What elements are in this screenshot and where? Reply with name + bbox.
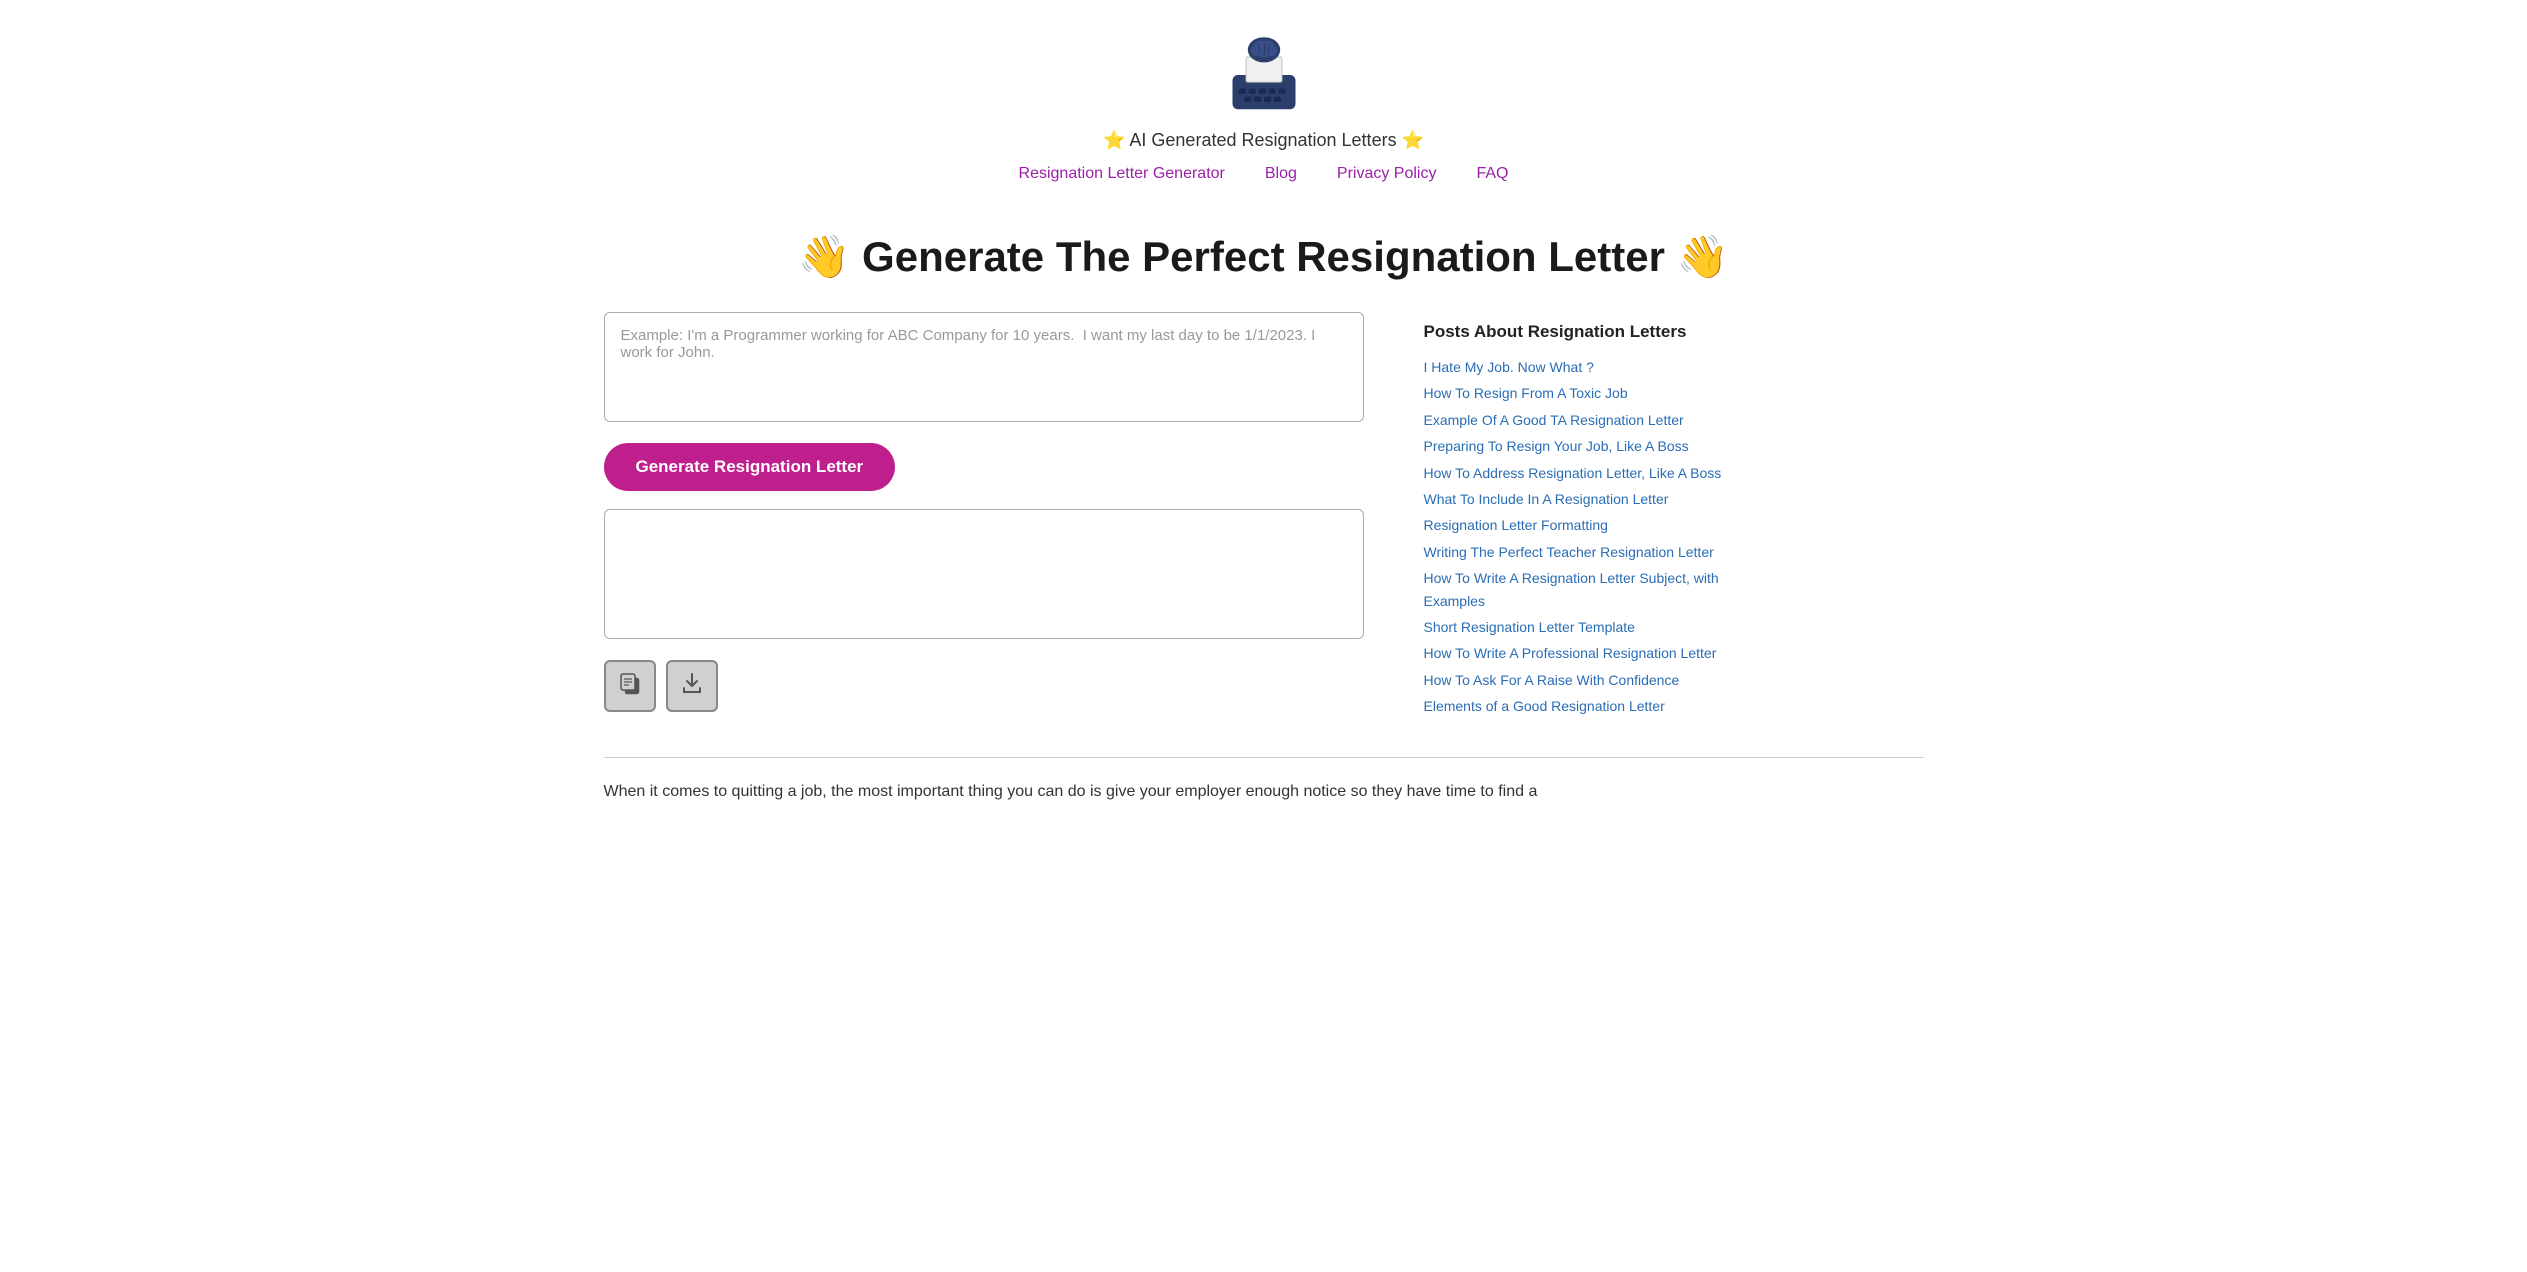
page-title: 👋 Generate The Perfect Resignation Lette… — [604, 233, 1924, 282]
list-item: Preparing To Resign Your Job, Like A Bos… — [1424, 435, 1744, 457]
star-right-icon: ⭐ — [1402, 130, 1424, 150]
star-left-icon: ⭐ — [1103, 130, 1125, 150]
sidebar-link-7[interactable]: Resignation Letter Formatting — [1424, 517, 1608, 533]
download-icon — [679, 670, 705, 702]
sidebar-link-13[interactable]: Elements of a Good Resignation Letter — [1424, 698, 1665, 714]
divider — [604, 757, 1924, 758]
nav-resignation-letter-generator[interactable]: Resignation Letter Generator — [1019, 165, 1225, 183]
sidebar-link-6[interactable]: What To Include In A Resignation Letter — [1424, 491, 1669, 507]
sidebar: Posts About Resignation Letters I Hate M… — [1424, 312, 1744, 717]
list-item: Elements of a Good Resignation Letter — [1424, 695, 1744, 717]
sidebar-title: Posts About Resignation Letters — [1424, 322, 1744, 342]
list-item: How To Address Resignation Letter, Like … — [1424, 462, 1744, 484]
nav-faq[interactable]: FAQ — [1476, 165, 1508, 183]
list-item: Resignation Letter Formatting — [1424, 514, 1744, 536]
copy-icon — [617, 670, 643, 702]
list-item: How To Write A Resignation Letter Subjec… — [1424, 567, 1744, 612]
nav-privacy-policy[interactable]: Privacy Policy — [1337, 165, 1437, 183]
sidebar-link-4[interactable]: Preparing To Resign Your Job, Like A Bos… — [1424, 438, 1689, 454]
nav-blog[interactable]: Blog — [1265, 165, 1297, 183]
action-buttons — [604, 660, 1364, 712]
list-item: How To Ask For A Raise With Confidence — [1424, 669, 1744, 691]
main-layout: Generate Resignation Letter — [604, 312, 1924, 717]
generate-button[interactable]: Generate Resignation Letter — [604, 443, 896, 491]
sidebar-link-8[interactable]: Writing The Perfect Teacher Resignation … — [1424, 544, 1714, 560]
prompt-input[interactable] — [604, 312, 1364, 422]
site-title-text: AI Generated Resignation Letters — [1129, 130, 1396, 150]
site-title: ⭐ AI Generated Resignation Letters ⭐ — [1103, 130, 1424, 151]
header: ⭐ AI Generated Resignation Letters ⭐ Res… — [604, 0, 1924, 203]
output-textarea[interactable] — [604, 509, 1364, 639]
main-nav: Resignation Letter Generator Blog Privac… — [1019, 165, 1509, 183]
download-button[interactable] — [666, 660, 718, 712]
sidebar-link-3[interactable]: Example Of A Good TA Resignation Letter — [1424, 412, 1684, 428]
sidebar-link-1[interactable]: I Hate My Job. Now What ? — [1424, 359, 1594, 375]
list-item: How To Resign From A Toxic Job — [1424, 382, 1744, 404]
sidebar-link-12[interactable]: How To Ask For A Raise With Confidence — [1424, 672, 1680, 688]
sidebar-link-9[interactable]: How To Write A Resignation Letter Subjec… — [1424, 570, 1719, 608]
list-item: How To Write A Professional Resignation … — [1424, 642, 1744, 664]
logo-icon — [1219, 30, 1309, 120]
list-item: Short Resignation Letter Template — [1424, 616, 1744, 638]
list-item: I Hate My Job. Now What ? — [1424, 356, 1744, 378]
sidebar-link-11[interactable]: How To Write A Professional Resignation … — [1424, 645, 1717, 661]
list-item: Example Of A Good TA Resignation Letter — [1424, 409, 1744, 431]
left-column: Generate Resignation Letter — [604, 312, 1364, 712]
sidebar-link-5[interactable]: How To Address Resignation Letter, Like … — [1424, 465, 1722, 481]
sidebar-link-2[interactable]: How To Resign From A Toxic Job — [1424, 385, 1628, 401]
bottom-text: When it comes to quitting a job, the mos… — [604, 778, 1924, 845]
list-item: Writing The Perfect Teacher Resignation … — [1424, 541, 1744, 563]
sidebar-links: I Hate My Job. Now What ? How To Resign … — [1424, 356, 1744, 717]
list-item: What To Include In A Resignation Letter — [1424, 488, 1744, 510]
copy-button[interactable] — [604, 660, 656, 712]
sidebar-link-10[interactable]: Short Resignation Letter Template — [1424, 619, 1635, 635]
